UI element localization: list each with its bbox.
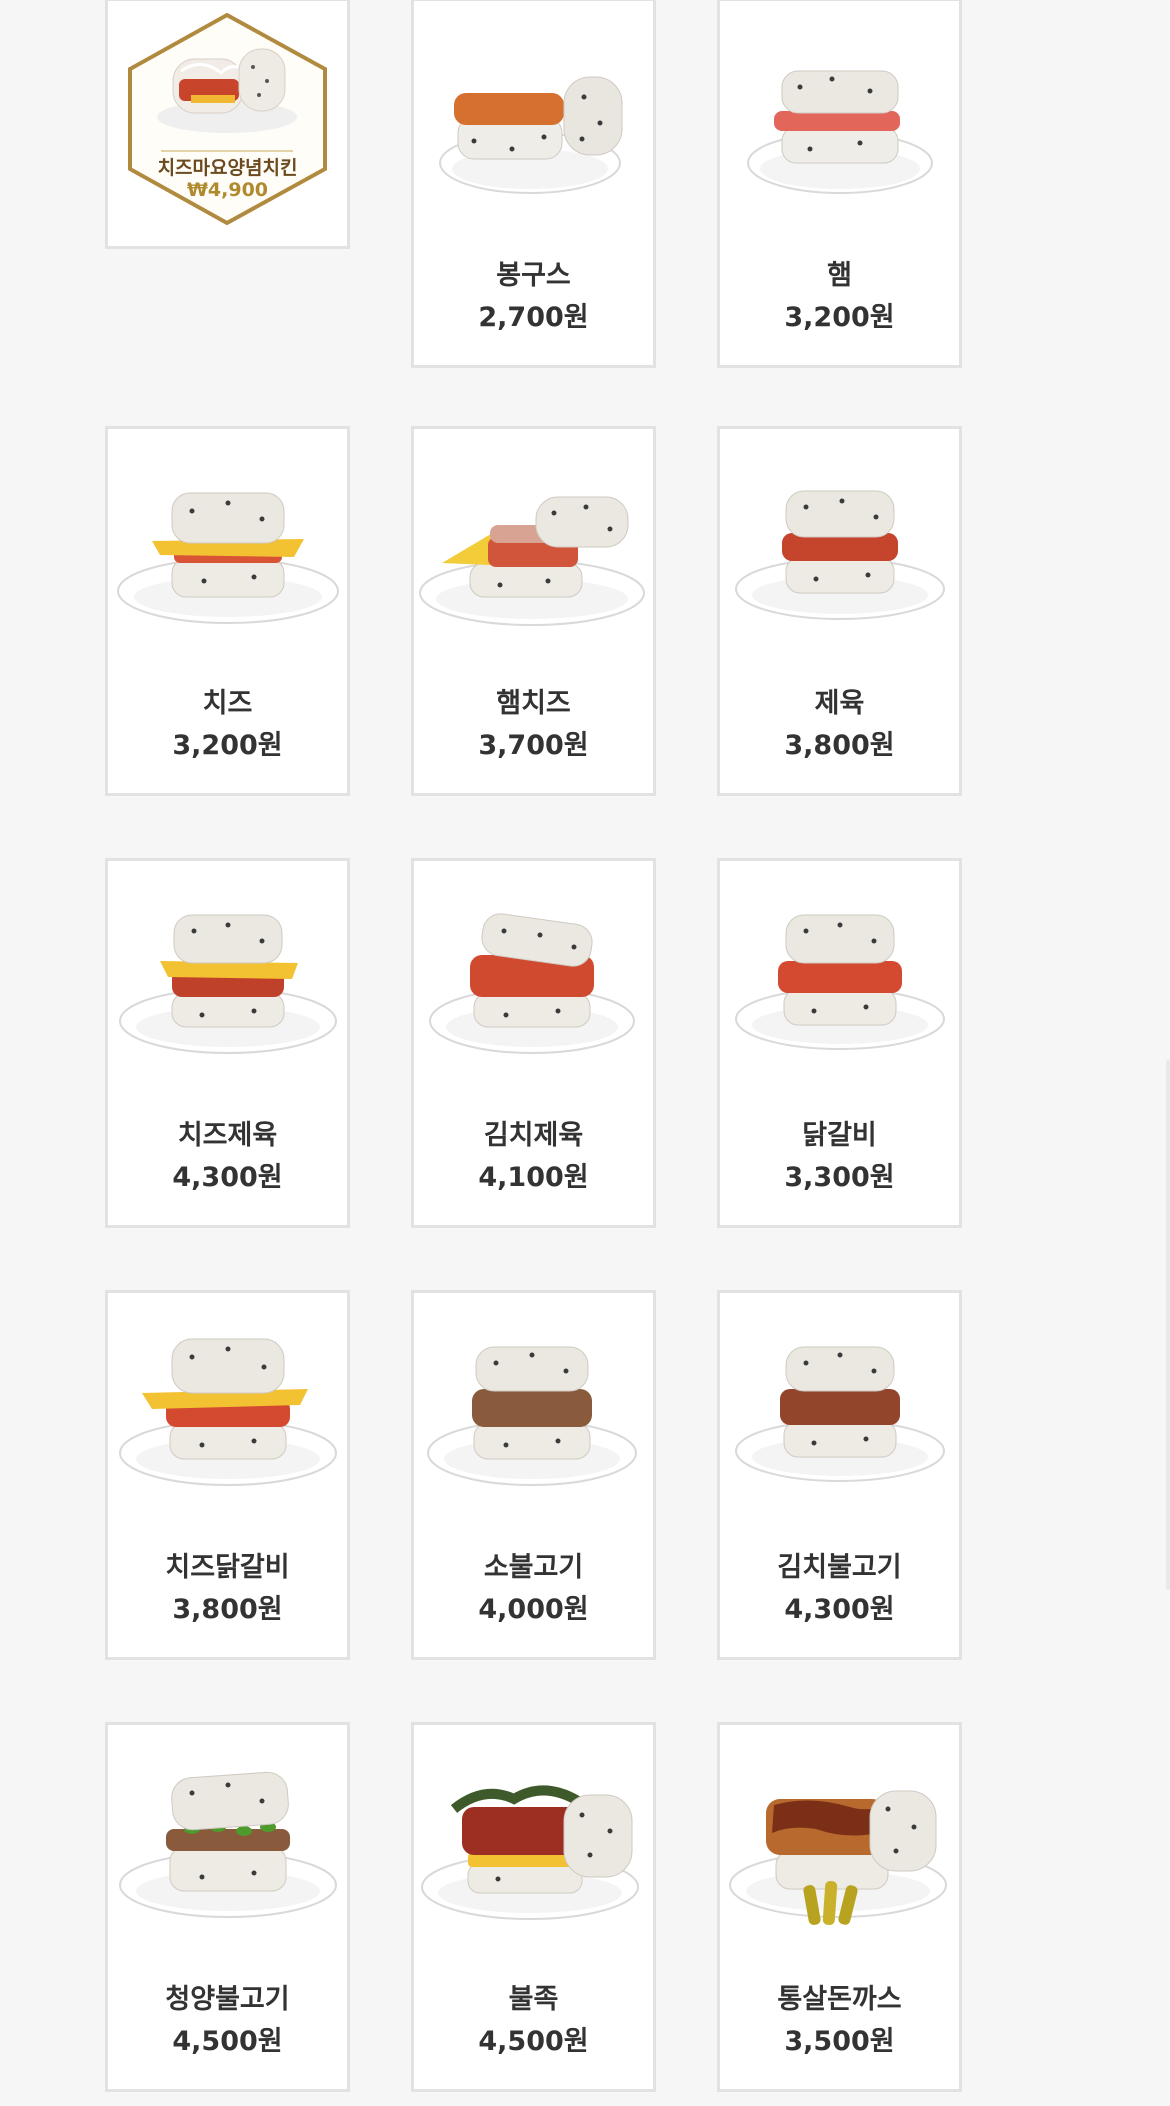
menu-card[interactable]: 제육 3,800원 xyxy=(717,426,962,796)
rice-burger-cheese-icon xyxy=(117,492,339,624)
menu-card[interactable]: 봉구스 2,700원 xyxy=(411,0,656,368)
rice-burger-kimchi-pork-icon xyxy=(429,913,635,1054)
menu-item-price: 4,500원 xyxy=(478,2026,589,2057)
menu-card[interactable]: 불족 4,500원 xyxy=(411,1722,656,2092)
menu-item-price: 4,100원 xyxy=(478,1162,589,1193)
rice-burger-dakgalbi-icon xyxy=(735,914,945,1050)
menu-card[interactable]: 김치제육 4,100원 xyxy=(411,858,656,1228)
menu-item-name: 소불고기 xyxy=(483,1552,584,1583)
menu-item-price: 3,200원 xyxy=(172,730,283,761)
menu-item-price: 4,300원 xyxy=(172,1162,283,1193)
menu-item-price: 3,500원 xyxy=(784,2026,895,2057)
menu-card[interactable]: 소불고기 4,000원 xyxy=(411,1290,656,1660)
menu-item-price: 2,700원 xyxy=(478,302,589,333)
menu-item-name: 청양불고기 xyxy=(165,1984,290,2015)
menu-item-name: 제육 xyxy=(814,688,865,719)
menu-item-name: 햄 xyxy=(827,260,852,291)
rice-burger-cheese-dakgalbi-icon xyxy=(119,1338,337,1486)
rice-burger-buljok-icon xyxy=(421,1785,639,1920)
menu-item-price: 4,500원 xyxy=(172,2026,283,2057)
featured-name: 치즈마요양념치킨 xyxy=(157,157,298,179)
rice-burger-bulgogi-icon xyxy=(427,1346,637,1486)
scrollbar[interactable] xyxy=(1166,1060,1170,1590)
rice-burger-cheese-pork-icon xyxy=(119,914,337,1054)
menu-item-price: 3,800원 xyxy=(172,1594,283,1625)
menu-item-price: 3,200원 xyxy=(784,302,895,333)
rice-burger-ham-cheese-icon xyxy=(419,496,645,626)
menu-item-price: 3,300원 xyxy=(784,1162,895,1193)
rice-burger-donkatsu-icon xyxy=(729,1790,947,1926)
menu-card[interactable]: 치즈 3,200원 xyxy=(105,426,350,796)
menu-item-price: 4,000원 xyxy=(478,1594,589,1625)
menu-card[interactable]: 치즈닭갈비 3,800원 xyxy=(105,1290,350,1660)
menu-item-price: 4,300원 xyxy=(784,1594,895,1625)
menu-item-name: 통살돈까스 xyxy=(777,1984,902,2015)
menu-card[interactable]: 통살돈까스 3,500원 xyxy=(717,1722,962,2092)
featured-price: ₩4,900 xyxy=(186,179,269,201)
menu-item-name: 치즈제육 xyxy=(177,1120,278,1151)
menu-item-name: 치즈닭갈비 xyxy=(165,1552,290,1583)
menu-item-name: 봉구스 xyxy=(496,260,571,291)
menu-card[interactable]: 청양불고기 4,500원 xyxy=(105,1722,350,2092)
menu-item-name: 치즈 xyxy=(202,688,253,719)
menu-card[interactable]: 치즈제육 4,300원 xyxy=(105,858,350,1228)
menu-item-name: 김치불고기 xyxy=(777,1552,902,1583)
menu-card[interactable]: 햄 3,200원 xyxy=(717,0,962,368)
menu-item-price: 3,700원 xyxy=(478,730,589,761)
menu-card[interactable]: 김치불고기 4,300원 xyxy=(717,1290,962,1660)
rice-burger-plain-icon xyxy=(439,76,623,194)
rice-burger-ham-icon xyxy=(747,70,933,194)
rice-burger-cheongyang-bulgogi-icon xyxy=(119,1771,337,1918)
menu-card-featured[interactable]: 치즈마요양념치킨 ₩4,900 xyxy=(105,0,350,249)
menu-item-name: 햄치즈 xyxy=(496,688,571,719)
rice-burger-pork-icon xyxy=(735,490,945,620)
menu-item-name: 닭갈비 xyxy=(802,1120,877,1151)
menu-item-name: 김치제육 xyxy=(483,1120,584,1151)
menu-card[interactable]: 닭갈비 3,300원 xyxy=(717,858,962,1228)
rice-burger-kimchi-bulgogi-icon xyxy=(735,1346,945,1482)
menu-item-name: 불족 xyxy=(508,1984,559,2015)
menu-item-price: 3,800원 xyxy=(784,730,895,761)
menu-page: 치즈마요양념치킨 ₩4,900 봉구스 2,700원 햄 3,200원 치즈 3… xyxy=(0,0,1170,2106)
menu-card[interactable]: 햄치즈 3,700원 xyxy=(411,426,656,796)
